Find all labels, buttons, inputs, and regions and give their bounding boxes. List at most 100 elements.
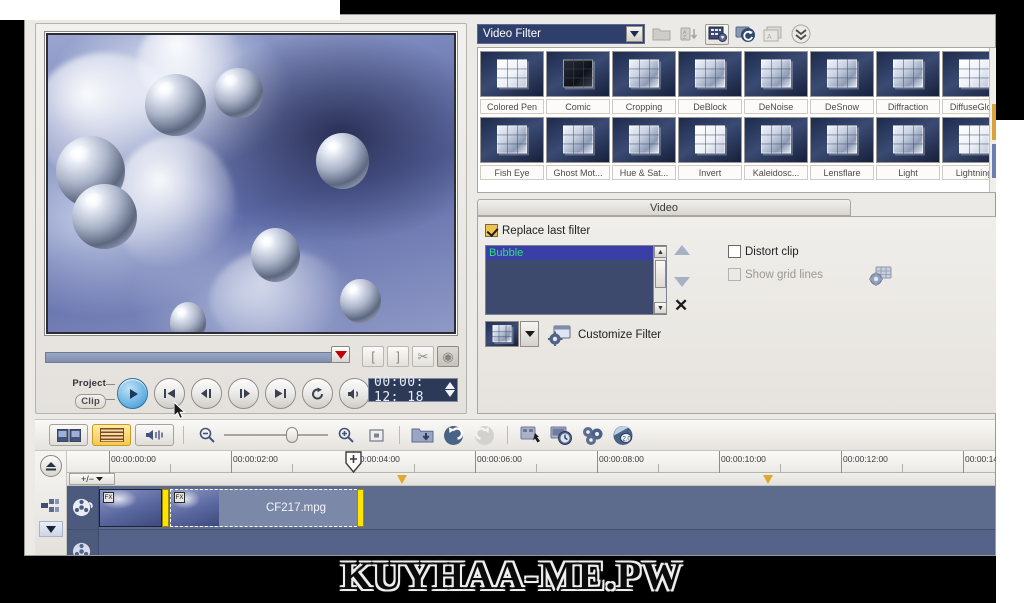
timeline-view-button[interactable] xyxy=(92,424,131,446)
duplicate-icon[interactable]: A xyxy=(761,24,785,45)
slider-thumb[interactable] xyxy=(286,427,298,443)
add-remove-marker-button[interactable]: +/− xyxy=(69,473,115,485)
library-category-select[interactable]: Video Filter xyxy=(477,24,645,44)
clip-trim-handle[interactable] xyxy=(357,489,364,527)
filter-item[interactable]: Cropping xyxy=(612,51,676,114)
filter-thumbnail[interactable] xyxy=(678,117,742,163)
batch-convert-icon[interactable] xyxy=(548,423,575,447)
zoom-in-icon[interactable] xyxy=(332,423,359,447)
filter-thumbnail[interactable] xyxy=(744,117,808,163)
filter-thumbnail[interactable] xyxy=(876,51,940,97)
repeat-button[interactable] xyxy=(302,378,333,409)
customize-filter-row[interactable]: Customize Filter xyxy=(548,324,661,346)
timeline-playhead[interactable] xyxy=(345,451,362,474)
export-icon[interactable]: 2.0 xyxy=(610,423,637,447)
close-x-icon[interactable]: ✕ xyxy=(674,297,688,314)
scrub-playhead-handle[interactable] xyxy=(331,346,350,363)
scroll-down-button[interactable]: ▼ xyxy=(654,302,667,314)
sort-az-icon[interactable]: AZ xyxy=(677,24,701,45)
snapshot-button[interactable]: ◉ xyxy=(437,346,459,367)
filter-thumbnail[interactable] xyxy=(612,51,676,97)
filter-thumbnail[interactable] xyxy=(480,51,544,97)
filter-thumbnail[interactable] xyxy=(810,51,874,97)
preview-timecode[interactable]: 00:00: 12: 18 xyxy=(368,375,458,405)
fit-to-window-icon[interactable] xyxy=(363,423,390,447)
storyboard-view-button[interactable] xyxy=(49,424,88,446)
insert-media-icon[interactable] xyxy=(409,423,436,447)
timeline-marker[interactable] xyxy=(397,475,407,484)
grid-options-icon[interactable] xyxy=(868,265,894,287)
filter-thumbnail[interactable] xyxy=(612,117,676,163)
replace-last-filter-checkbox[interactable]: Replace last filter xyxy=(485,224,590,237)
timeline-marker[interactable] xyxy=(763,475,773,484)
filter-item[interactable]: Comic xyxy=(546,51,610,114)
filter-item[interactable]: Hue & Sat... xyxy=(612,117,676,180)
track-scroll-down-button[interactable] xyxy=(39,521,63,537)
timeline-ruler[interactable]: 00:00:00:00 00:00:02:00 00:00:04:00 00:00:0… xyxy=(67,451,1010,474)
timecode-stepper[interactable] xyxy=(445,382,455,397)
filter-item[interactable]: Diffraction xyxy=(876,51,940,114)
next-button[interactable] xyxy=(265,378,296,409)
track-manager-button[interactable] xyxy=(40,455,62,477)
preview-video[interactable] xyxy=(48,35,454,332)
project-mode-label[interactable]: Project xyxy=(48,377,106,390)
smart-proxy-icon[interactable] xyxy=(517,423,544,447)
cube-icon xyxy=(893,59,923,88)
mark-in-button[interactable]: [ xyxy=(362,346,384,367)
filter-item[interactable]: Ghost Mot... xyxy=(546,117,610,180)
filter-thumbnail[interactable] xyxy=(876,117,940,163)
filter-item[interactable]: DeSnow xyxy=(810,51,874,114)
distort-clip-checkbox[interactable]: Distort clip xyxy=(728,245,823,258)
list-item[interactable]: Bubble xyxy=(486,246,666,260)
cube-icon xyxy=(497,59,527,88)
filter-thumbnail[interactable] xyxy=(546,51,610,97)
filter-item[interactable]: DeBlock xyxy=(678,51,742,114)
list-scrollbar[interactable]: ▲ ▼ xyxy=(653,246,667,314)
expand-chevrons-icon[interactable] xyxy=(789,24,813,45)
next-frame-button[interactable] xyxy=(228,378,259,409)
triangle-up-icon[interactable] xyxy=(674,245,690,255)
triangle-down-icon[interactable] xyxy=(674,277,690,287)
mark-out-button[interactable]: ] xyxy=(387,346,409,367)
preset-dropdown-button[interactable] xyxy=(520,321,539,347)
list-options-icon[interactable] xyxy=(705,23,729,45)
timeline-clip[interactable]: FX xyxy=(99,489,162,527)
zoom-slider[interactable] xyxy=(224,427,328,443)
clip-mode-label[interactable]: Clip xyxy=(75,394,106,409)
filter-thumbnail[interactable] xyxy=(678,51,742,97)
applied-filters-list[interactable]: Bubble ▲ ▼ xyxy=(485,245,667,315)
cut-clip-button[interactable]: ✂ xyxy=(412,346,434,367)
track-settings-icon[interactable] xyxy=(39,495,63,517)
filter-item[interactable]: Lensflare xyxy=(810,117,874,180)
filter-thumbnail[interactable] xyxy=(480,117,544,163)
filter-thumbnail[interactable] xyxy=(744,51,808,97)
filter-preset-thumbnail[interactable] xyxy=(485,321,519,347)
scrub-bar[interactable] xyxy=(45,352,337,363)
timeline-clip-selected[interactable]: FX CF217.mpg xyxy=(170,489,362,527)
refresh-media-icon[interactable] xyxy=(733,24,757,45)
filter-item[interactable]: Light xyxy=(876,117,940,180)
project-settings-icon[interactable] xyxy=(579,423,606,447)
audio-view-button[interactable] xyxy=(135,424,174,446)
filter-item[interactable]: Colored Pen xyxy=(480,51,544,114)
video-track-header[interactable] xyxy=(67,486,99,529)
filter-item[interactable]: Invert xyxy=(678,117,742,180)
filter-thumbnail[interactable] xyxy=(546,117,610,163)
filter-item[interactable]: Fish Eye xyxy=(480,117,544,180)
filter-item[interactable]: Kaleidosc... xyxy=(744,117,808,180)
folder-icon[interactable] xyxy=(649,24,673,45)
scroll-up-button[interactable]: ▲ xyxy=(654,246,667,258)
zoom-out-icon[interactable] xyxy=(193,423,220,447)
previous-frame-button[interactable] xyxy=(191,378,222,409)
play-button[interactable] xyxy=(117,378,148,409)
video-track[interactable]: FX FX CF217.mpg xyxy=(67,486,995,530)
undo-icon[interactable] xyxy=(440,423,467,447)
scroll-thumb[interactable] xyxy=(655,260,666,288)
tab-video[interactable]: Video xyxy=(477,199,851,216)
filter-thumbnail[interactable] xyxy=(810,117,874,163)
chevron-down-icon[interactable] xyxy=(626,26,643,42)
volume-button[interactable] xyxy=(339,378,370,409)
clip-trim-handle[interactable] xyxy=(162,489,169,527)
filter-item[interactable]: DeNoise xyxy=(744,51,808,114)
filter-library-grid[interactable]: Colored Pen Comic Cropping DeBlock DeNoise De… xyxy=(477,47,1003,193)
